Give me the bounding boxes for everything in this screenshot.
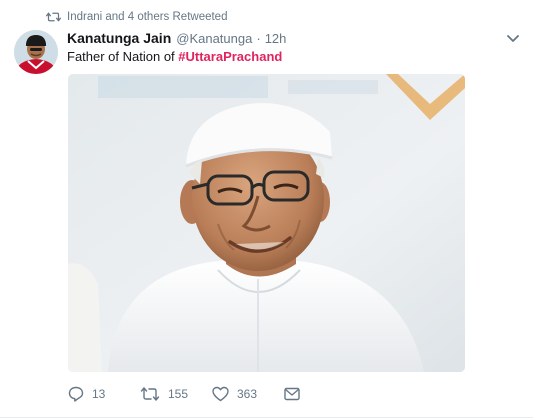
tweet-text: Father of Nation of #UttaraPrachand	[67, 49, 282, 64]
tweet-text-body: Father of Nation of	[67, 49, 179, 64]
reply-count: 13	[92, 387, 106, 401]
like-button[interactable]: 363	[212, 384, 284, 404]
tweet[interactable]: Indrani and 4 others Retweeted Kanatunga…	[0, 0, 533, 418]
retweet-button[interactable]: 155	[140, 384, 212, 404]
tweet-timestamp[interactable]: 12h	[265, 31, 287, 46]
direct-message-button[interactable]	[284, 384, 308, 404]
envelope-icon	[284, 387, 300, 401]
retweet-count: 155	[168, 387, 189, 401]
heart-icon	[212, 386, 229, 402]
reply-button[interactable]: 13	[68, 384, 140, 404]
reply-icon	[68, 386, 84, 402]
author-fullname[interactable]: Kanatunga Jain	[67, 30, 171, 46]
retweet-icon	[140, 387, 160, 401]
retweet-context: Indrani and 4 others Retweeted	[46, 9, 227, 25]
avatar-image	[14, 30, 58, 74]
author-username[interactable]: @Kanatunga	[176, 31, 252, 46]
like-count: 363	[237, 387, 258, 401]
retweet-context-text[interactable]: Indrani and 4 others Retweeted	[67, 11, 227, 23]
avatar[interactable]	[14, 30, 58, 74]
tweet-header: Kanatunga Jain @Kanatunga · 12h	[67, 30, 286, 48]
tweet-photo[interactable]	[68, 74, 465, 372]
retweet-icon	[46, 12, 61, 22]
chevron-down-icon[interactable]	[505, 32, 521, 46]
time-separator: ·	[256, 31, 261, 46]
photo-image	[68, 74, 465, 372]
tweet-actions: 13 155 363	[68, 384, 308, 404]
hashtag-link[interactable]: #UttaraPrachand	[178, 49, 282, 64]
